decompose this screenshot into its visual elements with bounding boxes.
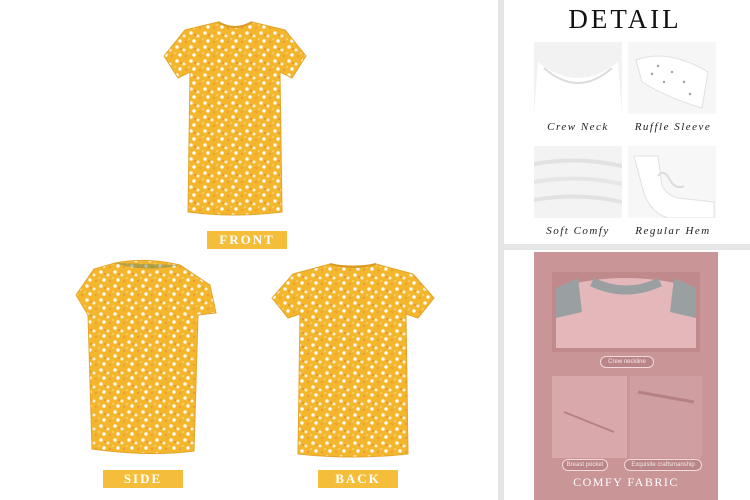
soft-fabric-photo <box>534 146 622 218</box>
horizontal-divider <box>500 244 750 250</box>
breast-pocket-tag: Breast pocket <box>562 459 608 471</box>
comfy-fabric-promo: Crew neckline Breast pocket Exquisite cr… <box>534 252 718 500</box>
back-label: BACK <box>318 470 398 488</box>
crew-neck-caption: Crew Neck <box>547 121 609 133</box>
side-label: SIDE <box>103 470 183 488</box>
regular-hem-caption: Regular Hem <box>635 225 711 237</box>
crew-neck-photo <box>534 42 622 114</box>
comfy-fabric-title: COMFY FABRIC <box>573 475 679 489</box>
front-shirt-image <box>160 16 310 216</box>
ruffle-sleeve-caption: Ruffle Sleeve <box>634 121 712 133</box>
front-label: FRONT <box>207 231 287 249</box>
detail-title: DETAIL <box>568 4 682 34</box>
craftsmanship-tag: Exquisite craftsmanship <box>624 459 702 471</box>
hem-photo <box>628 146 716 218</box>
ruffle-sleeve-photo <box>628 42 716 114</box>
vertical-divider <box>498 0 504 500</box>
back-shirt-image <box>268 258 438 458</box>
side-shirt-image <box>70 255 225 455</box>
soft-comfy-caption: Soft Comfy <box>546 225 610 237</box>
crew-neckline-tag: Crew neckline <box>600 356 654 368</box>
